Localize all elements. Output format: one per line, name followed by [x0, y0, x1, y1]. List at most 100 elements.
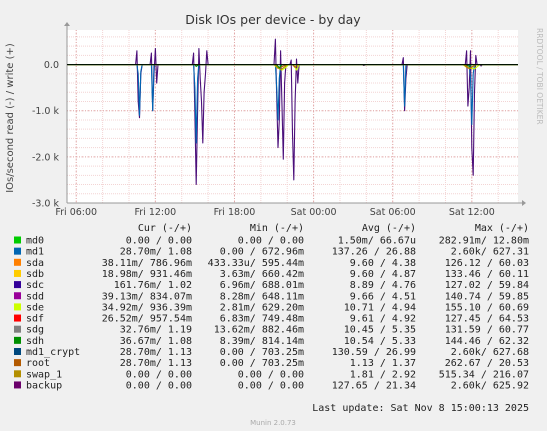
legend-min-value: 2.81m/ 629.20m: [220, 302, 304, 313]
legend-max-value: 127.45 / 64.53: [445, 314, 529, 325]
legend-max-value: 262.67 / 20.53: [445, 358, 529, 369]
legend-header-min: Min (-/+): [250, 223, 304, 234]
legend-swatch-sdh: [14, 336, 21, 344]
last-update: Last update: Sat Nov 8 15:00:13 2025: [312, 403, 529, 414]
chart: Disk IOs per device - by day RRDTOOL / T…: [0, 0, 547, 431]
legend-avg-value: 1.81 / 2.92: [350, 369, 416, 380]
legend-cur-value: 0.00 / 0.00: [126, 380, 192, 391]
legend-cur-value: 0.00 / 0.00: [126, 236, 192, 247]
legend-max-value: 140.74 / 59.85: [445, 291, 529, 302]
legend-name: sde: [26, 302, 44, 313]
legend-avg-value: 9.61 / 4.92: [350, 314, 416, 325]
legend-max-value: 2.60k/ 625.92: [451, 380, 529, 391]
legend-avg-value: 10.71 / 4.94: [344, 302, 416, 313]
legend-min-value: 0.00 / 672.96m: [220, 247, 304, 258]
legend-avg-value: 9.60 / 4.38: [350, 258, 416, 269]
legend-name: sdh: [26, 336, 44, 347]
legend-swatch-backup: [14, 381, 21, 389]
legend-max-value: 515.34 / 216.07: [439, 369, 529, 380]
legend-avg-value: 10.45 / 5.35: [344, 325, 416, 336]
legend-min-value: 433.33u/ 595.44m: [208, 258, 304, 269]
legend-cur-value: 36.67m/ 1.08: [120, 336, 192, 347]
legend-min-value: 0.00 / 703.25m: [220, 358, 304, 369]
legend-avg-value: 10.54 / 5.33: [344, 336, 416, 347]
legend-name: sdb: [26, 269, 44, 280]
chart-watermark: RRDTOOL / TOBI OETIKER: [535, 28, 544, 125]
munin-version: Munin 2.0.73: [250, 419, 296, 427]
x-tick-label: Fri 18:00: [214, 207, 256, 218]
legend-min-value: 13.62m/ 882.46m: [214, 325, 304, 336]
legend-max-value: 127.02 / 59.84: [445, 280, 529, 291]
legend-min-value: 6.83m/ 749.48m: [220, 314, 304, 325]
legend-cur-value: 0.00 / 0.00: [126, 369, 192, 380]
legend-swatch-md1_crypt: [14, 348, 21, 355]
y-tick-label: -2.0 k: [32, 152, 60, 163]
legend-cur-value: 28.70m/ 1.08: [120, 247, 192, 258]
legend-cur-value: 18.98m/ 931.46m: [102, 269, 192, 280]
x-tick-label: Sat 12:00: [449, 207, 495, 218]
legend-max-value: 155.10 / 60.69: [445, 302, 529, 313]
legend-swatch-md1: [14, 247, 21, 255]
legend-swatch-sdf: [14, 314, 21, 322]
y-tick-label: 0.0: [44, 60, 59, 71]
legend-max-value: 144.46 / 62.32: [445, 336, 529, 347]
legend-min-value: 0.00 / 0.00: [238, 369, 304, 380]
legend-cur-value: 28.70m/ 1.13: [120, 358, 192, 369]
y-axis-label: IOs/second read (-) / write (+): [5, 43, 16, 193]
legend-min-value: 0.00 / 0.00: [238, 380, 304, 391]
legend-cur-value: 34.92m/ 936.39m: [102, 302, 192, 313]
legend-name: sdg: [26, 325, 44, 336]
legend-name: root: [26, 358, 50, 369]
legend-cur-value: 28.70m/ 1.13: [120, 347, 192, 358]
legend-min-value: 0.00 / 0.00: [238, 236, 304, 247]
legend-max-value: 126.12 / 60.03: [445, 258, 529, 269]
legend-avg-value: 1.13 / 1.37: [350, 358, 416, 369]
legend-cur-value: 26.52m/ 957.54m: [102, 314, 192, 325]
legend-cur-value: 161.76m/ 1.02: [114, 280, 192, 291]
legend-header-cur: Cur (-/+): [138, 223, 192, 234]
legend-swatch-root: [14, 359, 21, 367]
legend-cur-value: 32.76m/ 1.19: [120, 325, 192, 336]
x-tick-label: Sat 06:00: [370, 207, 416, 218]
legend-name: backup: [26, 380, 62, 391]
legend-name: sdf: [26, 314, 44, 325]
legend-avg-value: 9.60 / 4.87: [350, 269, 416, 280]
legend-swatch-sdc: [14, 281, 21, 289]
legend-cur-value: 39.13m/ 834.07m: [102, 291, 192, 302]
legend-avg-value: 127.65 / 21.34: [332, 380, 416, 391]
y-tick-label: -1.0 k: [32, 106, 60, 117]
legend-avg-value: 130.59 / 26.99: [332, 347, 416, 358]
chart-title: Disk IOs per device - by day: [185, 12, 361, 27]
legend-min-value: 0.00 / 703.25m: [220, 347, 304, 358]
legend-max-value: 133.46 / 60.11: [445, 269, 529, 280]
legend-min-value: 8.28m/ 648.11m: [220, 291, 304, 302]
legend-swatch-swap_1: [14, 370, 21, 378]
legend-name: sdc: [26, 280, 44, 291]
legend-name: swap_1: [26, 369, 62, 380]
legend-avg-value: 8.89 / 4.76: [350, 280, 416, 291]
legend-max-value: 2.60k/ 627.31: [451, 247, 529, 258]
legend-avg-value: 9.66 / 4.51: [350, 291, 416, 302]
legend-name: md1_crypt: [26, 347, 80, 358]
legend-header-avg: Avg (-/+): [362, 223, 416, 234]
y-tick-label: -3.0 k: [32, 199, 60, 210]
legend-min-value: 3.63m/ 660.42m: [220, 269, 304, 280]
legend-name: md1: [26, 247, 44, 258]
legend-name: sdd: [26, 291, 44, 302]
legend-swatch-sdg: [14, 325, 21, 333]
legend-swatch-md0: [14, 236, 21, 244]
x-tick-label: Sat 00:00: [291, 207, 337, 218]
legend-cur-value: 38.11m/ 786.96m: [102, 258, 192, 269]
legend-header-max: Max (-/+): [475, 223, 529, 234]
legend-avg-value: 1.50m/ 66.67u: [338, 236, 416, 247]
legend-swatch-sdb: [14, 269, 21, 277]
legend-name: md0: [26, 236, 44, 247]
legend-swatch-sda: [14, 258, 21, 266]
legend-max-value: 131.59 / 60.77: [445, 325, 529, 336]
legend-min-value: 6.96m/ 688.01m: [220, 280, 304, 291]
legend-min-value: 8.39m/ 814.14m: [220, 336, 304, 347]
legend-avg-value: 137.26 / 26.88: [332, 247, 416, 258]
legend-swatch-sde: [14, 303, 21, 311]
legend-name: sda: [26, 258, 44, 269]
legend-max-value: 2.60k/ 627.68: [451, 347, 529, 358]
